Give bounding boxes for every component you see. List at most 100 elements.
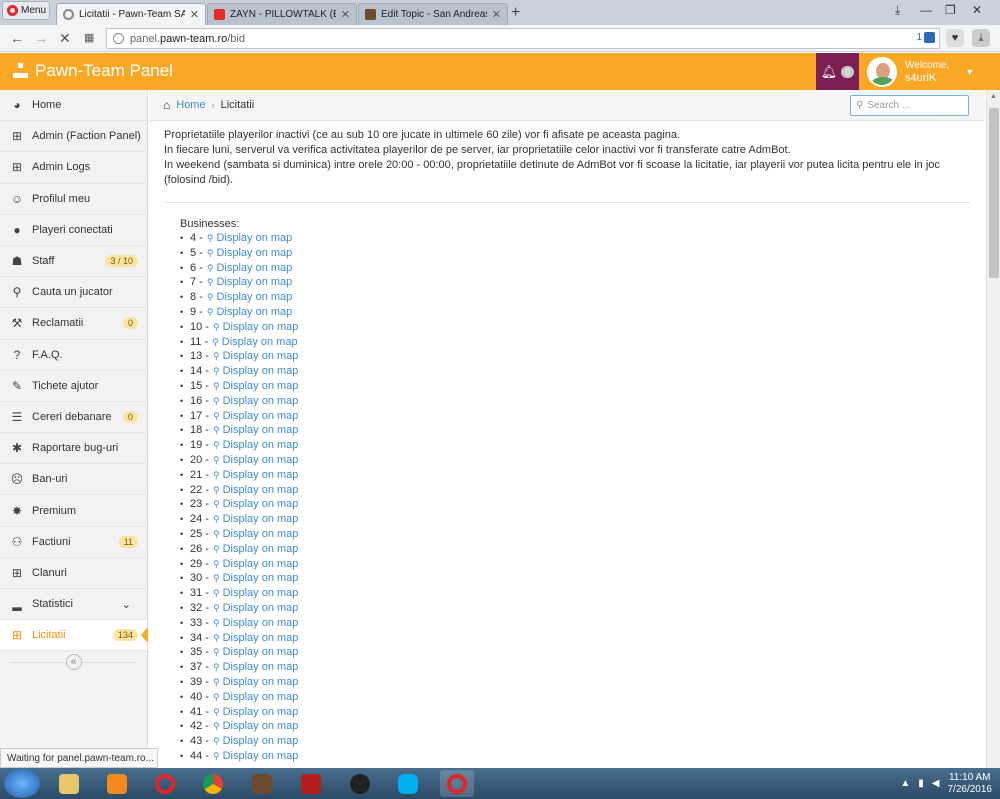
sidebar-item[interactable]: ✱ Raportare bug-uri xyxy=(0,433,147,465)
display-on-map-link[interactable]: Display on map xyxy=(223,645,299,660)
tab-menu-icon[interactable]: ⤓ xyxy=(895,3,900,18)
display-on-map-link[interactable]: Display on map xyxy=(223,557,299,572)
volume-icon[interactable]: ◀ xyxy=(932,778,940,789)
collapse-sidebar-button[interactable]: « xyxy=(65,654,82,671)
display-on-map-link[interactable]: Display on map xyxy=(223,468,299,483)
download-icon[interactable]: ⤓ xyxy=(972,29,990,47)
sidebar-item[interactable]: ⚇ Factiuni 11 xyxy=(0,527,147,558)
display-on-map-link[interactable]: Display on map xyxy=(223,705,299,720)
sidebar-item[interactable]: ⚲ Cauta un jucator xyxy=(0,277,147,309)
tab-licitatii[interactable]: Licitatii - Pawn-Team SA:M ✕ xyxy=(56,3,206,25)
display-on-map-link[interactable]: Display on map xyxy=(223,542,299,557)
close-icon[interactable]: ✕ xyxy=(190,8,199,21)
sidebar-item[interactable]: ⊞ Licitatii 134 xyxy=(0,620,148,652)
sidebar-item[interactable]: ✎ Tichete ajutor xyxy=(0,371,147,402)
taskbar-obs[interactable] xyxy=(343,770,377,797)
scroll-up-icon[interactable]: ▲ xyxy=(987,90,1000,104)
display-on-map-link[interactable]: Display on map xyxy=(223,483,299,498)
new-tab-button[interactable]: + xyxy=(511,4,520,22)
sidebar-item[interactable]: ☹ Ban-uri xyxy=(0,464,147,496)
sidebar-item[interactable]: ◕ Home xyxy=(0,90,147,122)
close-icon[interactable]: ✕ xyxy=(492,8,501,21)
display-on-map-link[interactable]: Display on map xyxy=(223,601,299,616)
display-on-map-link[interactable]: Display on map xyxy=(223,631,299,646)
display-on-map-link[interactable]: Display on map xyxy=(223,320,299,335)
display-on-map-link[interactable]: Display on map xyxy=(223,423,299,438)
list-item: • 18 - ⚲ Display on map xyxy=(180,423,974,438)
brand[interactable]: Pawn-Team Panel xyxy=(13,61,173,81)
tray-arrow-icon[interactable]: ▲ xyxy=(900,778,910,789)
window-close-icon[interactable]: ✕ xyxy=(972,3,982,17)
clock[interactable]: 11:10 AM 7/26/2016 xyxy=(948,772,993,796)
sidebar-item[interactable]: ▂ Statistici ⌄ xyxy=(0,589,147,621)
tab-zayn[interactable]: ZAYN - PILLOWTALK (Bea ✕ xyxy=(207,3,357,25)
search-input[interactable]: ⚲ Search ... xyxy=(850,95,969,116)
scrollbar-thumb[interactable] xyxy=(989,108,999,278)
display-on-map-link[interactable]: Display on map xyxy=(216,305,292,320)
sidebar-item[interactable]: ☰ Cereri debanare 0 xyxy=(0,402,147,434)
separator: - xyxy=(202,424,209,437)
adblock-badge[interactable]: 1 xyxy=(916,32,935,43)
display-on-map-link[interactable]: Display on map xyxy=(223,364,299,379)
close-icon[interactable]: ✕ xyxy=(341,8,350,21)
display-on-map-link[interactable]: Display on map xyxy=(223,349,299,364)
sidebar-item[interactable]: ? F.A.Q. xyxy=(0,340,147,371)
display-on-map-link[interactable]: Display on map xyxy=(223,675,299,690)
display-on-map-link[interactable]: Display on map xyxy=(223,586,299,601)
sidebar-item[interactable]: ⊞ Admin Logs xyxy=(0,152,147,184)
taskbar-filezilla[interactable] xyxy=(294,770,328,797)
display-on-map-link[interactable]: Display on map xyxy=(223,453,299,468)
sidebar-item[interactable]: ⊞ Clanuri xyxy=(0,558,147,589)
tab-edit-topic[interactable]: Edit Topic - San Andreas M ✕ xyxy=(358,3,508,25)
network-icon[interactable]: ▮ xyxy=(918,778,924,789)
display-on-map-link[interactable]: Display on map xyxy=(223,409,299,424)
display-on-map-link[interactable]: Display on map xyxy=(223,527,299,542)
sidebar-item[interactable]: ☗ Staff 3 / 10 xyxy=(0,246,147,278)
display-on-map-link[interactable]: Display on map xyxy=(222,335,298,350)
display-on-map-link[interactable]: Display on map xyxy=(223,690,299,705)
display-on-map-link[interactable]: Display on map xyxy=(223,571,299,586)
display-on-map-link[interactable]: Display on map xyxy=(216,290,292,305)
speed-dial-icon[interactable]: ▦ xyxy=(84,31,94,44)
display-on-map-link[interactable]: Display on map xyxy=(223,394,299,409)
taskbar-chrome[interactable] xyxy=(196,770,230,797)
display-on-map-link[interactable]: Display on map xyxy=(216,261,292,276)
display-on-map-link[interactable]: Display on map xyxy=(223,719,299,734)
taskbar-skype[interactable] xyxy=(391,770,425,797)
display-on-map-link[interactable]: Display on map xyxy=(223,734,299,749)
back-arrow-icon[interactable]: ← xyxy=(10,30,24,46)
taskbar-explorer[interactable] xyxy=(52,770,86,797)
sidebar-item[interactable]: ✸ Premium xyxy=(0,495,147,527)
sidebar-item[interactable]: ⚒ Reclamatii 0 xyxy=(0,308,147,340)
taskbar-game[interactable] xyxy=(245,770,279,797)
sidebar-item[interactable]: ☺ Profilul meu xyxy=(0,184,147,215)
display-on-map-link[interactable]: Display on map xyxy=(216,246,292,261)
display-on-map-link[interactable]: Display on map xyxy=(223,438,299,453)
heart-icon[interactable]: ♥ xyxy=(946,29,964,47)
page-scrollbar[interactable]: ▲ xyxy=(986,90,1000,768)
minimize-icon[interactable]: — xyxy=(920,3,932,17)
separator: - xyxy=(202,513,209,526)
opera-menu-button[interactable]: Menu xyxy=(2,1,50,20)
taskbar-media-player[interactable] xyxy=(100,770,134,797)
display-on-map-link[interactable]: Display on map xyxy=(216,231,292,246)
breadcrumb-home-link[interactable]: Home xyxy=(176,99,205,111)
notifications-button[interactable]: 🔔︎ 0 xyxy=(816,53,859,90)
maximize-icon[interactable]: ❐ xyxy=(945,3,956,17)
display-on-map-link[interactable]: Display on map xyxy=(223,497,299,512)
taskbar-opera[interactable] xyxy=(148,770,182,797)
sidebar-item[interactable]: ● Playeri conectati xyxy=(0,215,147,246)
display-on-map-link[interactable]: Display on map xyxy=(223,660,299,675)
taskbar-opera-active[interactable] xyxy=(440,770,474,797)
display-on-map-link[interactable]: Display on map xyxy=(223,616,299,631)
display-on-map-link[interactable]: Display on map xyxy=(223,749,299,764)
address-bar[interactable]: panel.pawn-team.ro/bid 1 xyxy=(106,28,940,49)
display-on-map-link[interactable]: Display on map xyxy=(223,512,299,527)
display-on-map-link[interactable]: Display on map xyxy=(216,275,292,290)
user-menu[interactable]: Welcome, s4uriK ▼ xyxy=(860,53,1000,90)
display-on-map-link[interactable]: Display on map xyxy=(223,379,299,394)
forward-arrow-icon[interactable]: → xyxy=(34,30,48,46)
stop-icon[interactable]: ✕ xyxy=(59,30,71,47)
start-button[interactable] xyxy=(4,769,40,798)
sidebar-item[interactable]: ⊞ Admin (Faction Panel) xyxy=(0,121,147,153)
